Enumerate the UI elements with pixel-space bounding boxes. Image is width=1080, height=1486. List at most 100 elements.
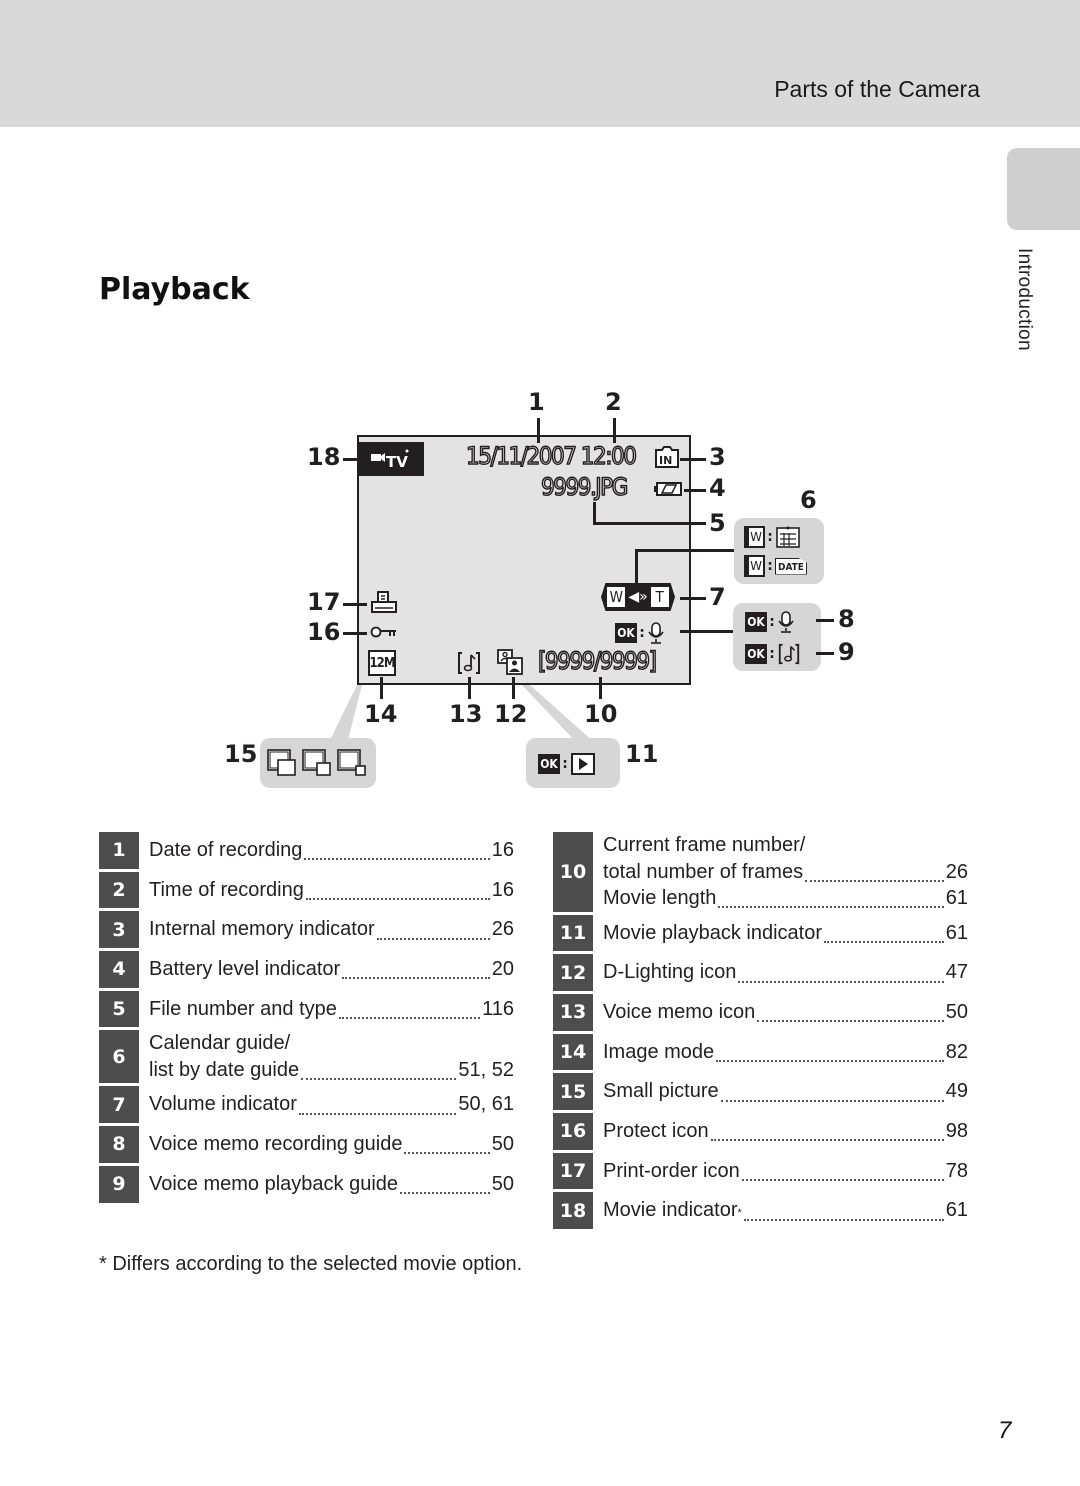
small-picture-medium-icon: [302, 749, 331, 776]
callout-15: 15: [224, 740, 258, 768]
dot-leader: [805, 874, 944, 882]
legend-row: 4 Battery level indicator 20: [99, 951, 514, 988]
legend-row: 11 Movie playback indicator 61: [553, 914, 968, 952]
legend-number: 10: [553, 832, 593, 912]
page-reference: 49: [945, 1080, 968, 1103]
page-reference: 16: [491, 878, 514, 901]
dot-leader: [298, 1107, 457, 1115]
dot-leader: [710, 1133, 944, 1142]
legend-description: Calendar guide/list by date guide 51, 52: [139, 1030, 514, 1083]
legend-text: Volume indicator: [149, 1093, 297, 1116]
legend-line: Movie length 61: [603, 885, 968, 912]
legend-number: 9: [99, 1165, 139, 1203]
page-title: Playback: [99, 272, 250, 307]
page-reference: 50, 61: [458, 1093, 514, 1116]
small-picture-icons: [267, 749, 367, 777]
legend-line: Internal memory indicator 26: [149, 911, 514, 948]
legend-text: Voice memo icon: [603, 1000, 756, 1023]
dot-leader: [304, 852, 490, 861]
legend-description: Battery level indicator 20: [139, 951, 514, 988]
section-title: Parts of the Camera: [774, 76, 980, 102]
legend-table-left: 1 Date of recording 16 2 Time of recording 16…: [99, 832, 514, 1206]
dot-leader: [824, 935, 944, 943]
legend-line: D-Lighting icon 47: [603, 954, 968, 991]
legend-number: 14: [553, 1033, 593, 1071]
footnote-marker: *: [737, 1207, 742, 1220]
legend-text: Movie playback indicator: [603, 921, 822, 944]
legend-row: 3 Internal memory indicator 26: [99, 911, 514, 949]
legend-number: 7: [99, 1086, 139, 1124]
legend-text: Date of recording: [149, 839, 303, 861]
legend-description: Movie indicator * 61: [593, 1192, 968, 1229]
legend-text: Internal memory indicator: [149, 918, 375, 941]
legend-line: Voice memo recording guide 50: [149, 1126, 514, 1163]
dot-leader: [376, 932, 490, 940]
legend-line: Time of recording 16: [149, 872, 514, 909]
legend-line: Volume indicator 50, 61: [149, 1086, 514, 1123]
legend-number: 3: [99, 911, 139, 949]
legend-text: D-Lighting icon: [603, 961, 737, 984]
legend-row: 9 Voice memo playback guide 50: [99, 1165, 514, 1203]
legend-text: Current frame number/: [603, 834, 806, 856]
legend-description: File number and type 116: [139, 991, 514, 1028]
legend-description: Date of recording 16: [139, 832, 514, 869]
footnote: * Differs according to the selected movi…: [99, 1253, 523, 1275]
legend-row: 12 D-Lighting icon 47: [553, 954, 968, 991]
legend-text: Movie indicator: [603, 1199, 738, 1222]
legend-number: 18: [553, 1192, 593, 1229]
small-picture-large-icon: [267, 749, 296, 776]
page-number: 7: [998, 1417, 1012, 1444]
legend-number: 5: [99, 990, 139, 1028]
legend-number: 17: [553, 1152, 593, 1190]
page-reference: 50: [491, 1172, 514, 1195]
legend-description: Movie playback indicator 61: [593, 915, 968, 952]
page-reference: 50: [945, 1000, 968, 1023]
page-reference: 61: [945, 921, 968, 944]
dot-leader: [716, 1054, 944, 1062]
dot-leader: [400, 1186, 490, 1195]
legend-row: 6 Calendar guide/list by date guide 51, 52: [99, 1030, 514, 1084]
legend-line: total number of frames 26: [603, 859, 968, 886]
legend-description: Image mode 82: [593, 1034, 968, 1071]
legend-line: Voice memo icon 50: [603, 994, 968, 1031]
legend-row: 16 Protect icon 98: [553, 1112, 968, 1150]
legend-line: Current frame number/: [603, 832, 968, 859]
legend-description: Current frame number/total number of fra…: [593, 832, 968, 912]
legend-row: 15 Small picture 49: [553, 1073, 968, 1110]
legend-row: 17 Print-order icon 78: [553, 1152, 968, 1190]
legend-text: total number of frames: [603, 860, 804, 883]
legend-line: Small picture 49: [603, 1073, 968, 1110]
legend-description: Internal memory indicator 26: [139, 911, 514, 948]
playback-screen-diagram: TV 15/11/2007 12:00 IN 9999.JPG W ◀» T O…: [0, 380, 1080, 810]
legend-text: list by date guide: [149, 1058, 300, 1081]
legend-number: 2: [99, 871, 139, 909]
legend-line: Image mode 82: [603, 1034, 968, 1071]
dot-leader: [757, 1014, 944, 1023]
legend-line: Print-order icon 78: [603, 1153, 968, 1190]
legend-row: 7 Volume indicator 50, 61: [99, 1086, 514, 1124]
legend-row: 18 Movie indicator * 61: [553, 1192, 968, 1229]
legend-description: Volume indicator 50, 61: [139, 1086, 514, 1123]
legend-line: Battery level indicator 20: [149, 951, 514, 988]
legend-text: Small picture: [603, 1080, 719, 1103]
legend-row: 10 Current frame number/total number of f…: [553, 832, 968, 912]
legend-number: 12: [553, 954, 593, 991]
page-header: Parts of the Camera: [0, 0, 1080, 127]
dot-leader: [741, 1173, 944, 1181]
legend-text: Time of recording: [149, 878, 304, 901]
dot-leader: [301, 1072, 457, 1081]
legend-row: 13 Voice memo icon 50: [553, 993, 968, 1031]
legend-description: Voice memo recording guide 50: [139, 1126, 514, 1163]
page-reference: 20: [491, 958, 514, 981]
legend-description: Voice memo playback guide 50: [139, 1166, 514, 1203]
legend-row: 2 Time of recording 16: [99, 871, 514, 909]
legend-text: Print-order icon: [603, 1159, 740, 1182]
legend-description: Small picture 49: [593, 1073, 968, 1110]
colon-separator: :: [562, 756, 568, 772]
legend-description: D-Lighting icon 47: [593, 954, 968, 991]
page-reference: 47: [945, 961, 968, 984]
legend-description: Print-order icon 78: [593, 1153, 968, 1190]
legend-text: File number and type: [149, 997, 337, 1020]
page-reference: 61: [945, 1199, 968, 1222]
legend-line: list by date guide 51, 52: [149, 1057, 514, 1084]
